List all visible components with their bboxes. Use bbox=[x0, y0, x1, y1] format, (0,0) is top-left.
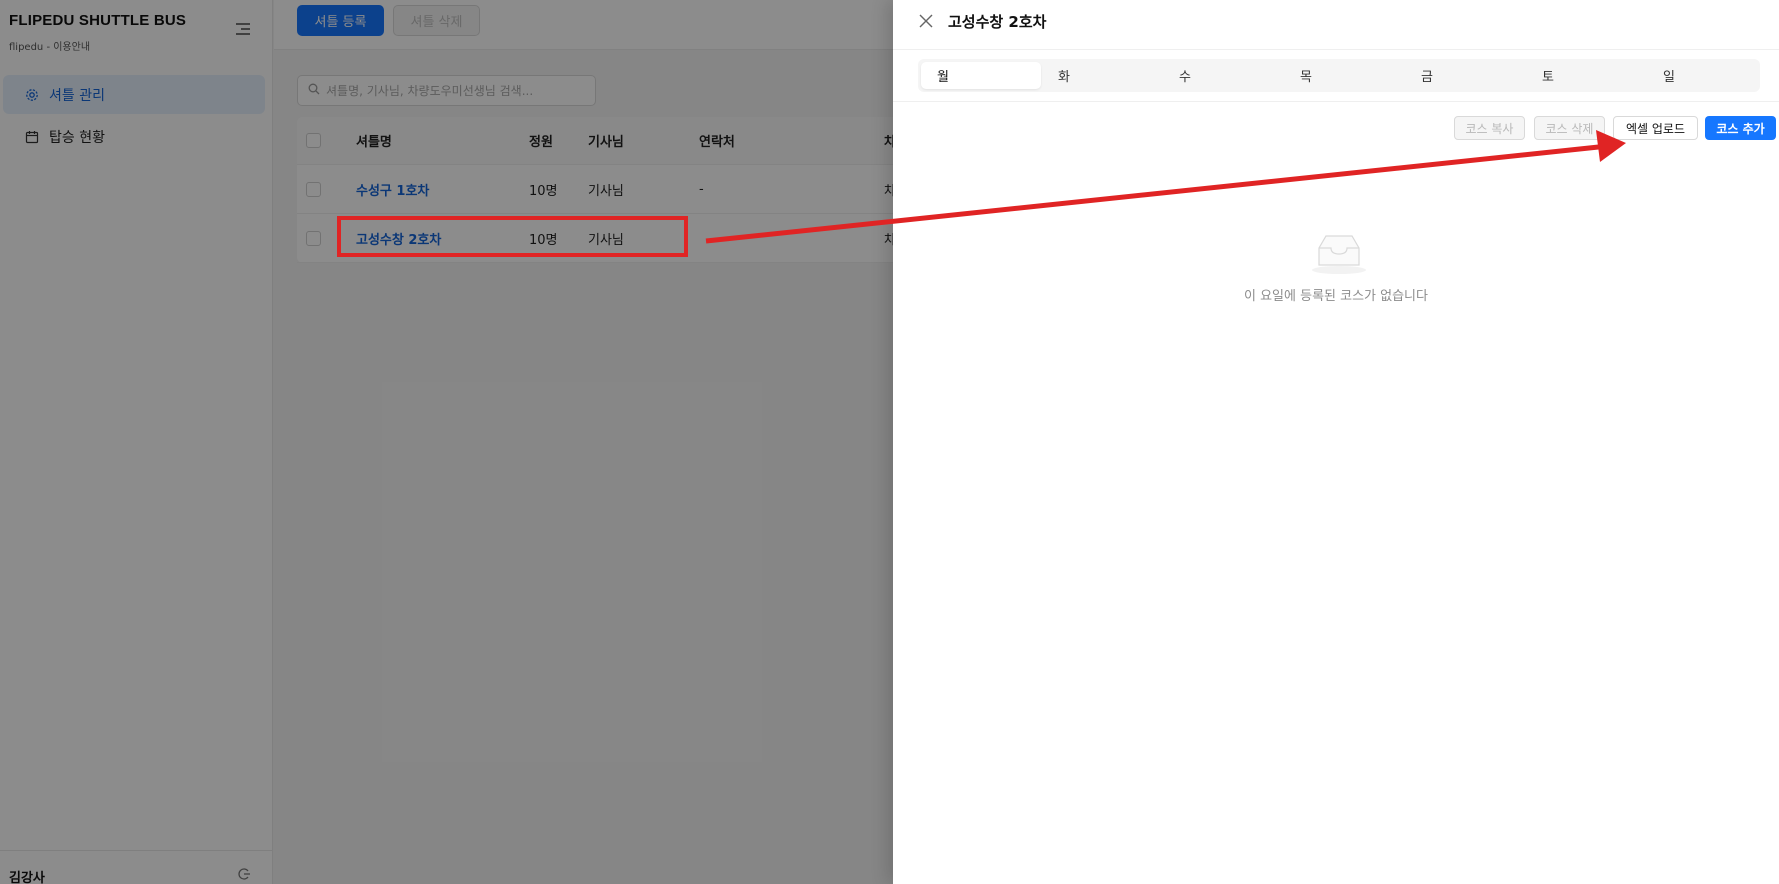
delete-course-button[interactable]: 코스 삭제 bbox=[1534, 116, 1605, 140]
weekday-tabs: 월 화 수 목 금 토 일 bbox=[918, 59, 1760, 92]
empty-message: 이 요일에 등록된 코스가 없습니다 bbox=[1244, 289, 1428, 304]
tab-monday[interactable]: 월 bbox=[921, 62, 1041, 89]
tab-thursday[interactable]: 목 bbox=[1284, 62, 1404, 89]
drawer-header: 고성수창 2호차 bbox=[893, 0, 1779, 50]
annotation-highlight-box bbox=[337, 216, 688, 257]
tab-wednesday[interactable]: 수 bbox=[1163, 62, 1283, 89]
add-course-button[interactable]: 코스 추가 bbox=[1705, 116, 1776, 140]
divider bbox=[893, 101, 1779, 102]
shuttle-detail-drawer: 고성수창 2호차 월 화 수 목 금 토 일 코스 복사 코스 삭제 엑셀 업로… bbox=[893, 0, 1779, 884]
excel-upload-button[interactable]: 엑셀 업로드 bbox=[1613, 116, 1698, 140]
drawer-title: 고성수창 2호차 bbox=[948, 13, 1047, 31]
empty-inbox-icon bbox=[1309, 230, 1369, 276]
tab-sunday[interactable]: 일 bbox=[1647, 62, 1767, 89]
tab-tuesday[interactable]: 화 bbox=[1042, 62, 1162, 89]
close-icon[interactable] bbox=[919, 14, 933, 28]
copy-course-button[interactable]: 코스 복사 bbox=[1454, 116, 1525, 140]
tab-saturday[interactable]: 토 bbox=[1526, 62, 1646, 89]
tab-friday[interactable]: 금 bbox=[1405, 62, 1525, 89]
